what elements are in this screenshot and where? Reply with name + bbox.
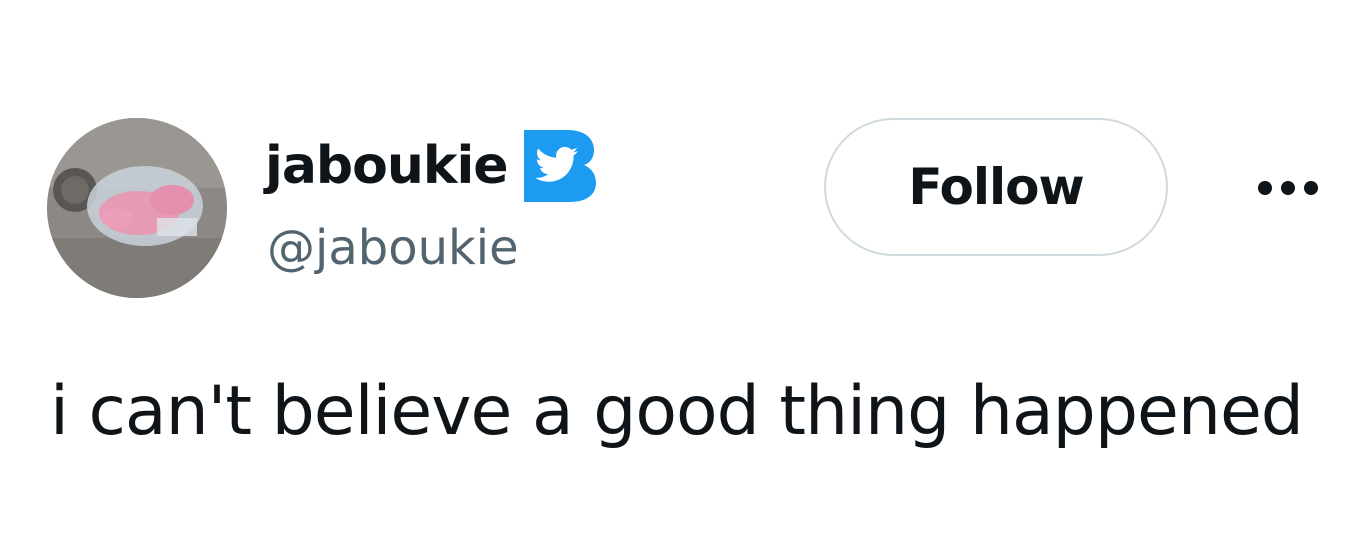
author-handle[interactable]: @jaboukie [267, 224, 519, 272]
display-name[interactable]: jaboukie [265, 140, 509, 192]
follow-button[interactable]: Follow [824, 118, 1168, 256]
author-name-row: jaboukie [265, 128, 596, 203]
more-options-button[interactable] [1248, 168, 1328, 208]
twitter-verified-badge-icon[interactable] [523, 129, 596, 202]
tweet-card: jaboukie @jaboukie Follow i can't believ… [0, 0, 1359, 557]
avatar[interactable] [47, 118, 227, 298]
avatar-photo-icon [47, 118, 227, 298]
tweet-text: i can't believe a good thing happened [50, 372, 1304, 451]
more-options-icon [1258, 181, 1318, 195]
